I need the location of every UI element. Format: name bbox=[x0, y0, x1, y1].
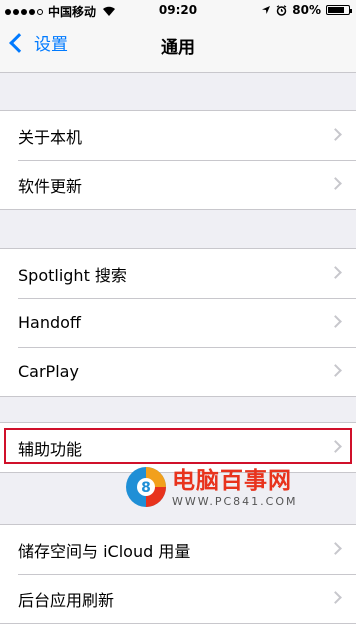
row-software-update[interactable]: 软件更新 bbox=[0, 160, 356, 209]
battery-icon bbox=[326, 5, 352, 15]
settings-group-4: 储存空间与 iCloud 用量 后台应用刷新 bbox=[0, 524, 356, 624]
chevron-right-icon bbox=[329, 440, 342, 453]
row-label: 后台应用刷新 bbox=[18, 590, 115, 610]
row-carplay[interactable]: CarPlay bbox=[0, 347, 356, 396]
chevron-right-icon bbox=[329, 591, 342, 604]
chevron-right-icon bbox=[329, 266, 342, 279]
watermark-text: 电脑百事网 WWW.PC841.COM bbox=[172, 467, 298, 508]
chevron-right-icon bbox=[329, 542, 342, 555]
row-label: 关于本机 bbox=[18, 127, 83, 147]
row-label: Handoff bbox=[18, 313, 81, 332]
battery-fill bbox=[328, 7, 344, 13]
row-label: 辅助功能 bbox=[18, 439, 83, 459]
alarm-clock-icon bbox=[276, 4, 287, 16]
watermark-url: WWW.PC841.COM bbox=[172, 494, 298, 508]
battery-percent: 80% bbox=[292, 3, 321, 17]
row-label: CarPlay bbox=[18, 362, 79, 381]
row-label: Spotlight 搜索 bbox=[18, 265, 127, 285]
row-storage-icloud[interactable]: 储存空间与 iCloud 用量 bbox=[0, 525, 356, 574]
location-arrow-icon bbox=[262, 6, 271, 14]
status-right: 80% bbox=[261, 3, 352, 17]
chevron-right-icon bbox=[329, 364, 342, 377]
chevron-right-icon bbox=[329, 315, 342, 328]
row-label: 储存空间与 iCloud 用量 bbox=[18, 541, 191, 561]
row-label: 软件更新 bbox=[18, 176, 83, 196]
watermark-logo-icon: 8 bbox=[126, 467, 166, 507]
row-about[interactable]: 关于本机 bbox=[0, 111, 356, 160]
page-title: 通用 bbox=[161, 38, 195, 58]
watermark-title: 电脑百事网 bbox=[172, 467, 292, 494]
navigation-bar: 设置 通用 bbox=[0, 20, 356, 73]
chevron-right-icon bbox=[329, 128, 342, 141]
settings-group-2: Spotlight 搜索 Handoff CarPlay bbox=[0, 248, 356, 397]
row-handoff[interactable]: Handoff bbox=[0, 298, 356, 347]
settings-group-1: 关于本机 软件更新 bbox=[0, 110, 356, 210]
row-spotlight-search[interactable]: Spotlight 搜索 bbox=[0, 249, 356, 298]
row-background-refresh[interactable]: 后台应用刷新 bbox=[0, 574, 356, 623]
watermark: 8 电脑百事网 WWW.PC841.COM bbox=[124, 460, 356, 514]
status-bar: 中国移动 09:20 80% bbox=[0, 0, 356, 20]
svg-text:8: 8 bbox=[141, 480, 151, 496]
chevron-right-icon bbox=[329, 177, 342, 190]
